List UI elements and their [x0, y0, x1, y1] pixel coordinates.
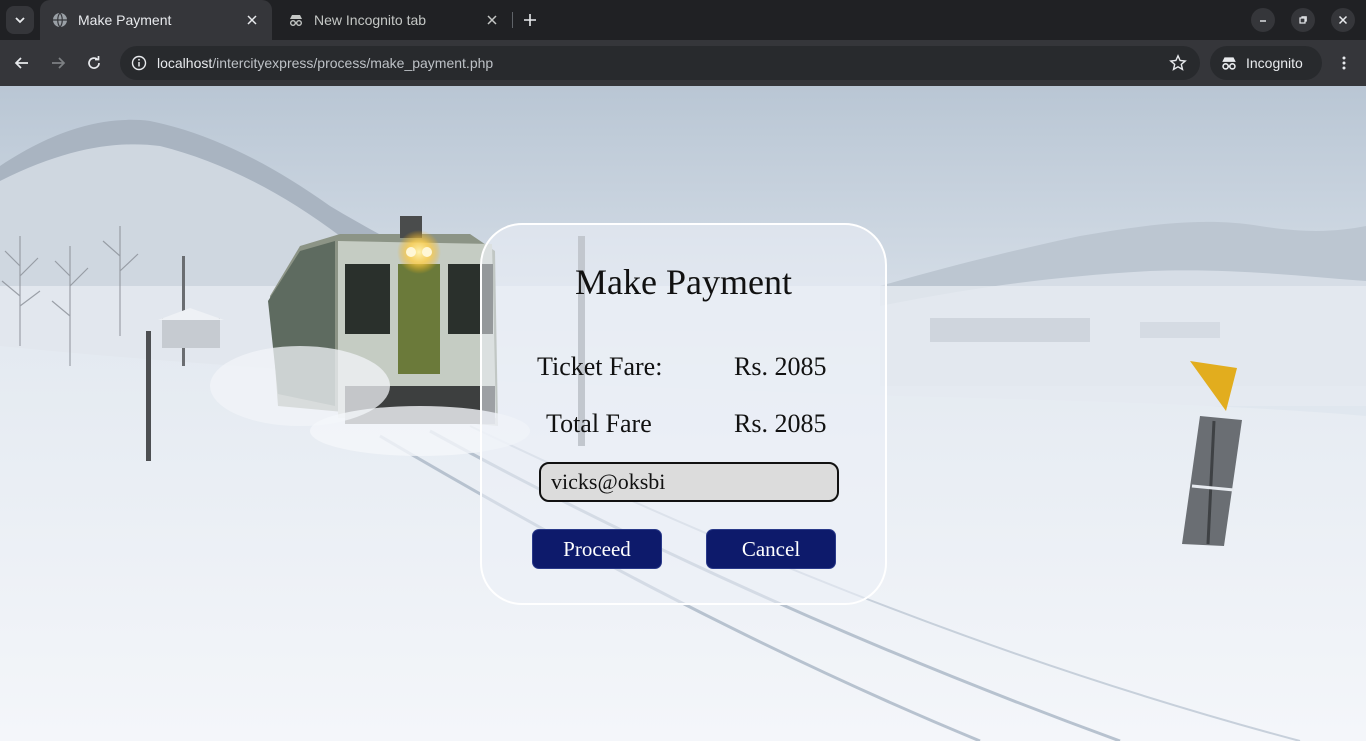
- incognito-icon: [1220, 54, 1238, 72]
- close-window-button[interactable]: [1331, 8, 1355, 32]
- new-tab-button[interactable]: [518, 8, 542, 32]
- minimize-button[interactable]: [1251, 8, 1275, 32]
- tab-separator: [512, 12, 513, 28]
- cancel-button[interactable]: Cancel: [706, 529, 836, 569]
- incognito-icon: [288, 12, 304, 28]
- proceed-button[interactable]: Proceed: [532, 529, 662, 569]
- tab-strip: Make Payment New Incognito tab: [0, 0, 1366, 40]
- tab-search-button[interactable]: [6, 6, 34, 34]
- plus-icon: [524, 14, 536, 26]
- url-host: localhost: [157, 55, 213, 71]
- close-tab-icon[interactable]: [242, 10, 262, 30]
- chevron-down-icon: [15, 17, 25, 24]
- restore-button[interactable]: [1291, 8, 1315, 32]
- page-title: Make Payment: [575, 262, 792, 302]
- close-icon: [1338, 15, 1348, 25]
- forward-button[interactable]: [44, 49, 72, 77]
- back-button[interactable]: [8, 49, 36, 77]
- minimize-icon: [1260, 20, 1266, 22]
- restore-icon: [1299, 16, 1307, 24]
- reload-button[interactable]: [80, 49, 108, 77]
- url-path: /intercityexpress/process/make_payment.p…: [212, 55, 494, 71]
- url-text: localhost/intercityexpress/process/make_…: [157, 55, 493, 71]
- globe-icon: [52, 12, 68, 28]
- site-info-icon[interactable]: [122, 46, 156, 80]
- incognito-label: Incognito: [1246, 55, 1303, 71]
- payment-card: Make Payment Ticket Fare: Rs. 2085 Total…: [480, 223, 887, 605]
- more-vert-icon: [1342, 56, 1346, 70]
- address-bar[interactable]: localhost/intercityexpress/process/make_…: [120, 46, 1200, 80]
- reload-icon: [88, 56, 100, 69]
- page-viewport: Make Payment Ticket Fare: Rs. 2085 Total…: [0, 86, 1366, 741]
- browser-menu-button[interactable]: [1330, 49, 1358, 77]
- tab-title: Make Payment: [78, 12, 172, 28]
- ticket-fare-value: Rs. 2085: [734, 352, 827, 381]
- close-tab-icon[interactable]: [482, 10, 502, 30]
- incognito-profile-button[interactable]: Incognito: [1210, 46, 1322, 80]
- arrow-right-icon: [52, 57, 66, 69]
- arrow-left-icon: [14, 57, 28, 69]
- upi-id-input[interactable]: [539, 462, 839, 502]
- browser-toolbar: localhost/intercityexpress/process/make_…: [0, 40, 1366, 86]
- bookmark-star-icon[interactable]: [1168, 53, 1188, 73]
- tab-new-incognito[interactable]: New Incognito tab: [276, 0, 512, 40]
- tab-title: New Incognito tab: [314, 12, 427, 28]
- ticket-fare-label: Ticket Fare:: [537, 352, 663, 381]
- tab-make-payment[interactable]: Make Payment: [40, 0, 272, 40]
- total-fare-label: Total Fare: [546, 409, 652, 438]
- total-fare-value: Rs. 2085: [734, 409, 827, 438]
